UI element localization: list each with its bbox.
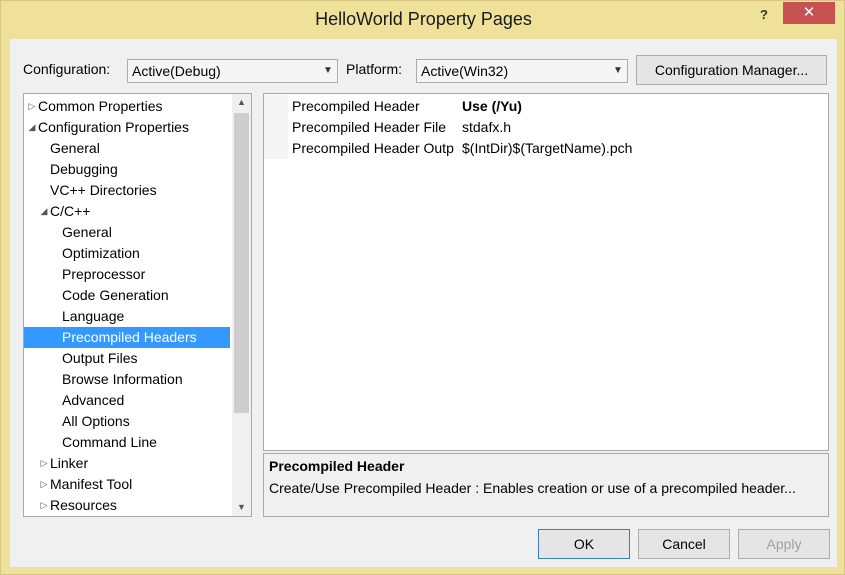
configuration-dropdown[interactable]: Active(Debug) ▼ — [127, 59, 338, 83]
tree-item[interactable]: Browse Information — [24, 369, 230, 390]
property-name[interactable]: Precompiled Header — [292, 95, 454, 117]
expander-icon[interactable]: ▷ — [38, 495, 50, 516]
tree-item[interactable]: ▷ Common Properties — [24, 96, 230, 117]
tree-item-label: Browse Information — [62, 371, 183, 387]
configuration-value: Active(Debug) — [132, 63, 221, 79]
tree-item-label: Linker — [50, 455, 89, 471]
row-gutter — [264, 95, 288, 117]
description-panel: Precompiled Header Create/Use Precompile… — [263, 453, 829, 517]
property-value[interactable]: stdafx.h — [462, 116, 511, 138]
property-row[interactable]: Precompiled Header Use (/Yu) — [264, 95, 828, 117]
cancel-button[interactable]: Cancel — [638, 529, 730, 559]
tree-item-label: Preprocessor — [62, 266, 146, 282]
row-gutter — [264, 137, 288, 159]
platform-dropdown[interactable]: Active(Win32) ▼ — [416, 59, 628, 83]
tree-item-label: C/C++ — [50, 203, 91, 219]
expander-icon[interactable]: ▷ — [38, 474, 50, 495]
expander-icon[interactable]: ◢ — [38, 201, 50, 222]
description-title: Precompiled Header — [269, 458, 405, 474]
property-tree[interactable]: ▷ Common Properties ◢ Configuration Propert… — [23, 93, 252, 517]
close-icon[interactable]: ✕ — [783, 2, 835, 24]
ok-button[interactable]: OK — [538, 529, 630, 559]
title-bar[interactable]: HelloWorld Property Pages ? ✕ — [1, 1, 845, 39]
tree-item-label: General — [50, 140, 100, 156]
tree-item-label: Manifest Tool — [50, 476, 133, 492]
tree-scrollbar[interactable]: ▲ ▼ — [232, 94, 251, 516]
tree-item[interactable]: ▷ Linker — [24, 453, 230, 474]
scroll-up-icon[interactable]: ▲ — [232, 94, 251, 111]
chevron-down-icon: ▼ — [323, 65, 333, 76]
expander-icon[interactable]: ▷ — [26, 96, 38, 117]
tree-item[interactable]: Code Generation — [24, 285, 230, 306]
tree-item-label: General — [62, 224, 112, 240]
property-value[interactable]: Use (/Yu) — [462, 95, 522, 117]
tree-item[interactable]: ▷ Resources — [24, 495, 230, 516]
property-value[interactable]: $(IntDir)$(TargetName).pch — [462, 137, 632, 159]
dialog-client-area: Configuration: Active(Debug) ▼ Platform:… — [10, 39, 837, 567]
tree-item[interactable]: Optimization — [24, 243, 230, 264]
tree-item-label: Configuration Properties — [38, 119, 189, 135]
expander-icon[interactable]: ▷ — [38, 453, 50, 474]
tree-item-label: Resources — [50, 497, 117, 513]
tree-item-label: Command Line — [62, 434, 157, 450]
help-icon[interactable]: ? — [753, 7, 775, 27]
tree-item[interactable]: Debugging — [24, 159, 230, 180]
apply-button[interactable]: Apply — [738, 529, 830, 559]
property-row[interactable]: Precompiled Header Output File $(IntDir)$… — [264, 137, 828, 159]
tree-item-label: Code Generation — [62, 287, 169, 303]
tree-item[interactable]: ◢ Configuration Properties — [24, 117, 230, 138]
platform-label: Platform: — [346, 61, 403, 77]
row-gutter — [264, 116, 288, 138]
tree-item[interactable]: ▷ Manifest Tool — [24, 474, 230, 495]
chevron-down-icon: ▼ — [613, 65, 623, 76]
tree-item[interactable]: All Options — [24, 411, 230, 432]
property-grid: Precompiled Header Use (/Yu) Precompiled H… — [263, 93, 829, 451]
tree-item-label: Precompiled Headers — [62, 329, 197, 345]
tree-item[interactable]: Language — [24, 306, 230, 327]
tree-item[interactable]: General — [24, 222, 230, 243]
configuration-manager-button[interactable]: Configuration Manager... — [636, 55, 827, 85]
property-name[interactable]: Precompiled Header Output File — [292, 137, 454, 159]
expander-icon[interactable]: ◢ — [26, 117, 38, 138]
scroll-thumb[interactable] — [234, 113, 249, 413]
tree-item-label: Language — [62, 308, 125, 324]
tree-item[interactable]: General — [24, 138, 230, 159]
tree-item-label: VC++ Directories — [50, 182, 157, 198]
tree-item-label: Debugging — [50, 161, 118, 177]
tree-item-label: Common Properties — [38, 98, 163, 114]
tree-item[interactable]: VC++ Directories — [24, 180, 230, 201]
tree-item[interactable]: Output Files — [24, 348, 230, 369]
property-pages-window: HelloWorld Property Pages ? ✕ Configurat… — [0, 0, 845, 575]
property-name[interactable]: Precompiled Header File — [292, 116, 454, 138]
tree-item-label: All Options — [62, 413, 130, 429]
tree-item-label: Advanced — [62, 392, 125, 408]
scroll-down-icon[interactable]: ▼ — [232, 499, 251, 516]
configuration-label: Configuration: — [23, 61, 111, 77]
property-row[interactable]: Precompiled Header File stdafx.h — [264, 116, 828, 138]
tree-item-label: Output Files — [62, 350, 138, 366]
tree-item[interactable]: Command Line — [24, 432, 230, 453]
tree-item[interactable]: Advanced — [24, 390, 230, 411]
tree-item[interactable]: Preprocessor — [24, 264, 230, 285]
tree-item-label: Optimization — [62, 245, 140, 261]
description-text: Create/Use Precompiled Header : Enables … — [269, 480, 796, 496]
window-title: HelloWorld Property Pages — [315, 9, 532, 29]
platform-value: Active(Win32) — [421, 63, 509, 79]
tree-item[interactable]: Precompiled Headers — [24, 327, 230, 348]
tree-item[interactable]: ◢ C/C++ — [24, 201, 230, 222]
